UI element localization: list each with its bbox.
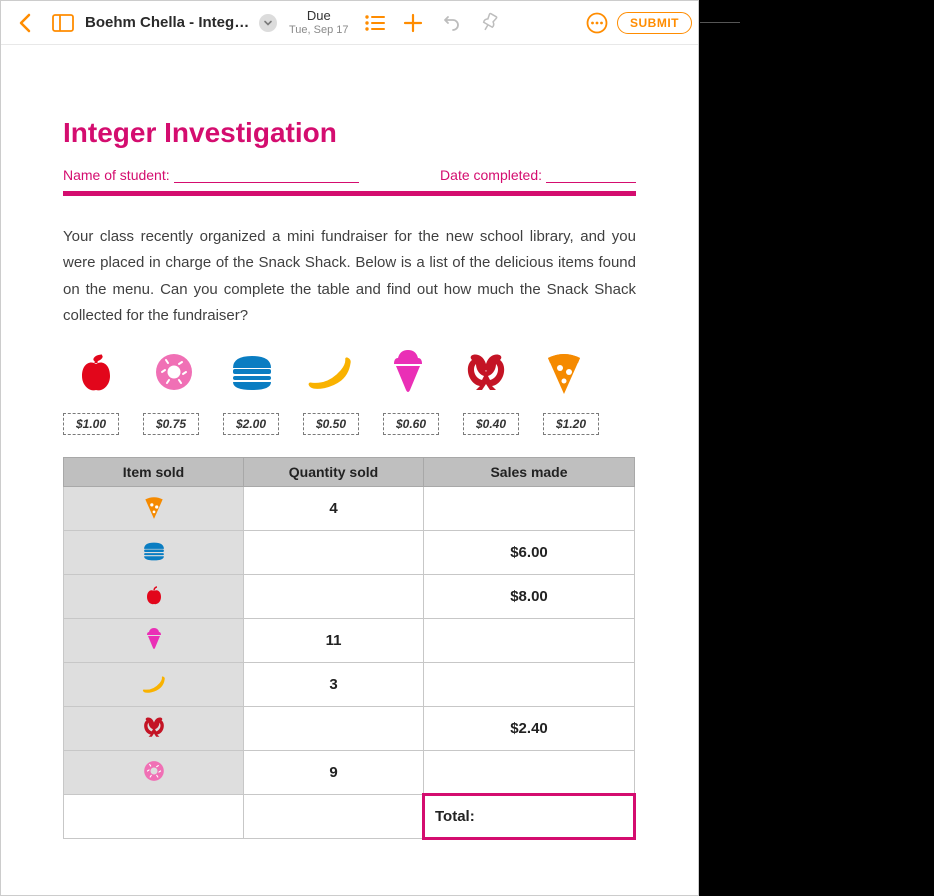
sidebar-toggle-button[interactable] [45, 5, 81, 41]
item-cell [64, 619, 244, 663]
col-sales: Sales made [424, 458, 635, 487]
sales-cell[interactable] [424, 619, 635, 663]
item-cell [64, 751, 244, 795]
name-field: Name of student: [63, 167, 359, 183]
donut-icon [149, 347, 199, 397]
table-row: $2.40 [64, 707, 635, 751]
table-row: 11 [64, 619, 635, 663]
toolbar: Boehm Chella - Integers I... Due Tue, Se… [1, 1, 698, 45]
document-title: Boehm Chella - Integers I... [85, 14, 255, 31]
price-row: $1.00 $0.75 $2.00 $0.50 $0.60 $0.40 $1.2… [63, 413, 636, 435]
name-label: Name of student: [63, 167, 170, 183]
more-button[interactable] [579, 5, 615, 41]
due-date: Tue, Sep 17 [289, 24, 349, 36]
item-cell [64, 707, 244, 751]
due-block: Due Tue, Sep 17 [289, 9, 349, 35]
pin-button[interactable] [471, 5, 507, 41]
qty-cell[interactable]: 3 [244, 663, 424, 707]
donut-icon [141, 758, 167, 784]
document-body: Integer Investigation Name of student: D… [1, 45, 698, 860]
qty-cell[interactable] [244, 531, 424, 575]
burger-icon [141, 538, 167, 564]
title-block[interactable]: Boehm Chella - Integers I... [85, 14, 277, 32]
sales-cell[interactable] [424, 487, 635, 531]
add-button[interactable] [395, 5, 431, 41]
burger-icon [227, 347, 277, 397]
sales-table: Item sold Quantity sold Sales made 4 $6.… [63, 457, 636, 840]
table-row: $6.00 [64, 531, 635, 575]
item-cell [64, 575, 244, 619]
banana-icon [305, 347, 355, 397]
price-box[interactable]: $0.40 [463, 413, 519, 435]
submit-button[interactable]: SUBMIT [617, 12, 692, 34]
qty-cell[interactable] [244, 707, 424, 751]
banana-icon [141, 671, 167, 697]
col-qty: Quantity sold [244, 458, 424, 487]
worksheet-heading: Integer Investigation [63, 117, 636, 149]
name-blank-line [174, 171, 359, 183]
date-field: Date completed: [440, 167, 636, 183]
qty-cell[interactable]: 9 [244, 751, 424, 795]
sales-cell[interactable] [424, 751, 635, 795]
pretzel-icon [461, 347, 511, 397]
field-row: Name of student: Date completed: [63, 167, 636, 183]
back-button[interactable] [7, 5, 43, 41]
divider-bar [63, 191, 636, 196]
app-frame: Boehm Chella - Integers I... Due Tue, Se… [0, 0, 699, 896]
title-dropdown-icon[interactable] [259, 14, 277, 32]
table-row: 3 [64, 663, 635, 707]
apple-icon [141, 582, 167, 608]
qty-cell[interactable]: 11 [244, 619, 424, 663]
undo-button[interactable] [433, 5, 469, 41]
item-cell [64, 663, 244, 707]
pizza-icon [141, 494, 167, 520]
callout-line [700, 22, 740, 23]
qty-cell[interactable]: 4 [244, 487, 424, 531]
sales-cell[interactable]: $2.40 [424, 707, 635, 751]
sales-cell[interactable]: $8.00 [424, 575, 635, 619]
intro-paragraph: Your class recently organized a mini fun… [63, 224, 636, 329]
total-empty [244, 795, 424, 839]
price-box[interactable]: $1.20 [543, 413, 599, 435]
sales-cell[interactable]: $6.00 [424, 531, 635, 575]
list-button[interactable] [357, 5, 393, 41]
icecream-icon [141, 626, 167, 652]
total-row: Total: [64, 795, 635, 839]
sales-cell[interactable] [424, 663, 635, 707]
price-box[interactable]: $0.50 [303, 413, 359, 435]
price-box[interactable]: $1.00 [63, 413, 119, 435]
apple-icon [71, 347, 121, 397]
date-blank-line [546, 171, 636, 183]
icecream-icon [383, 347, 433, 397]
total-empty [64, 795, 244, 839]
price-box[interactable]: $0.60 [383, 413, 439, 435]
date-label: Date completed: [440, 167, 542, 183]
item-cell [64, 487, 244, 531]
pretzel-icon [141, 714, 167, 740]
price-box[interactable]: $2.00 [223, 413, 279, 435]
col-item: Item sold [64, 458, 244, 487]
table-row: $8.00 [64, 575, 635, 619]
due-label: Due [289, 9, 349, 23]
item-cell [64, 531, 244, 575]
menu-icons-row [63, 347, 636, 397]
total-cell[interactable]: Total: [424, 795, 635, 839]
qty-cell[interactable] [244, 575, 424, 619]
table-row: 9 [64, 751, 635, 795]
table-row: 4 [64, 487, 635, 531]
pizza-icon [539, 347, 589, 397]
price-box[interactable]: $0.75 [143, 413, 199, 435]
